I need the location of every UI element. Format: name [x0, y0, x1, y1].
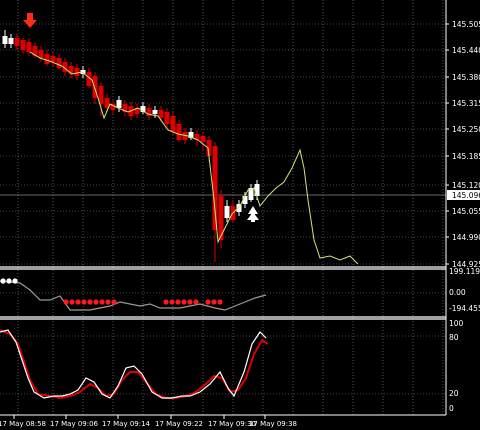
- cci-oversold-dot: [63, 299, 69, 305]
- time-label: 17 May 09:06: [50, 420, 99, 428]
- cci-oversold-dot: [163, 299, 169, 305]
- candle-body: [170, 116, 176, 132]
- price-label: 144.990: [452, 233, 480, 242]
- candle-body: [50, 56, 56, 62]
- price-label: 145.440: [452, 46, 480, 55]
- cci-oversold-dot: [99, 299, 105, 305]
- time-label: 17 May 09:22: [155, 420, 203, 428]
- price-label: 145.185: [452, 152, 480, 161]
- time-label: 17 May 09:38: [249, 420, 297, 428]
- cci-oversold-dot: [111, 299, 117, 305]
- stoch-scale-label: 80: [449, 333, 459, 342]
- stochastic-indicator: [0, 329, 446, 400]
- candle-body: [26, 42, 32, 52]
- price-label: 145.250: [452, 125, 480, 134]
- candle-body: [200, 136, 206, 142]
- time-label: 17 May 08:58: [0, 420, 46, 428]
- cci-oversold-dot: [105, 299, 111, 305]
- stoch-scale-label: 0: [449, 404, 454, 413]
- candle-body: [2, 36, 8, 44]
- time-scale: 17 May 08:58 17 May 09:06 17 May 09:14 17 M…: [0, 415, 297, 428]
- signal-arrows: [23, 13, 259, 222]
- candle-body: [212, 146, 218, 230]
- candle-body: [38, 50, 44, 58]
- cci-scale-label: -194.4552: [449, 304, 480, 313]
- cci-oversold-dot: [87, 299, 93, 305]
- price-chart-canvas[interactable]: 145.505 145.440 145.380 145.315 145.250 145.1…: [0, 0, 480, 430]
- candle-body: [224, 206, 230, 218]
- cci-oversold-dot: [181, 299, 187, 305]
- stoch-scale-label: 20: [449, 389, 459, 398]
- candle-body: [164, 112, 170, 124]
- price-scale: 145.505 145.440 145.380 145.315 145.250 145.1…: [446, 20, 480, 413]
- overlay-lines: [29, 51, 359, 265]
- cci-oversold-dot: [205, 299, 211, 305]
- candle-body: [14, 38, 20, 46]
- cci-scale-label: 0.00: [449, 288, 466, 297]
- cci-oversold-dot: [175, 299, 181, 305]
- cci-overbought-dot: [6, 278, 12, 284]
- price-label: 145.120: [452, 181, 480, 190]
- stoch-scale-label: 100: [449, 319, 464, 328]
- stoch-main-line: [0, 329, 267, 399]
- candle-body: [44, 54, 50, 64]
- candle-body: [8, 38, 14, 44]
- current-price-label: 145.096: [452, 191, 480, 200]
- price-label: 145.380: [452, 73, 480, 82]
- candle-body: [158, 110, 164, 118]
- cci-scale-label: 199.1199: [449, 267, 480, 276]
- sell-arrow-icon: [23, 13, 37, 28]
- cci-line: [0, 280, 267, 311]
- candle-body: [152, 110, 158, 114]
- cci-oversold-dot: [193, 299, 199, 305]
- cci-indicator: [0, 278, 446, 311]
- cci-oversold-dot: [187, 299, 193, 305]
- price-label: 145.505: [452, 20, 480, 29]
- cci-oversold-dot: [211, 299, 217, 305]
- candle-body: [116, 100, 122, 108]
- cci-overbought-dot: [0, 278, 6, 284]
- price-label: 145.315: [452, 99, 480, 108]
- cci-oversold-dot: [217, 299, 223, 305]
- candle-body: [20, 40, 26, 50]
- signal-line: [29, 51, 359, 265]
- time-label: 17 May 09:14: [102, 420, 151, 428]
- cci-oversold-dot: [93, 299, 99, 305]
- cci-oversold-dot: [81, 299, 87, 305]
- candle-body: [254, 184, 260, 196]
- chart-window[interactable]: 145.505 145.440 145.380 145.315 145.250 145.1…: [0, 0, 480, 430]
- cci-oversold-dot: [169, 299, 175, 305]
- candle-body: [74, 68, 80, 76]
- candle-body: [56, 58, 62, 68]
- candle-body: [176, 124, 182, 140]
- cci-overbought-dot: [12, 278, 18, 284]
- cci-oversold-dot: [69, 299, 75, 305]
- price-label: 145.055: [452, 207, 480, 216]
- cci-oversold-dot: [75, 299, 81, 305]
- candles: [2, 30, 260, 262]
